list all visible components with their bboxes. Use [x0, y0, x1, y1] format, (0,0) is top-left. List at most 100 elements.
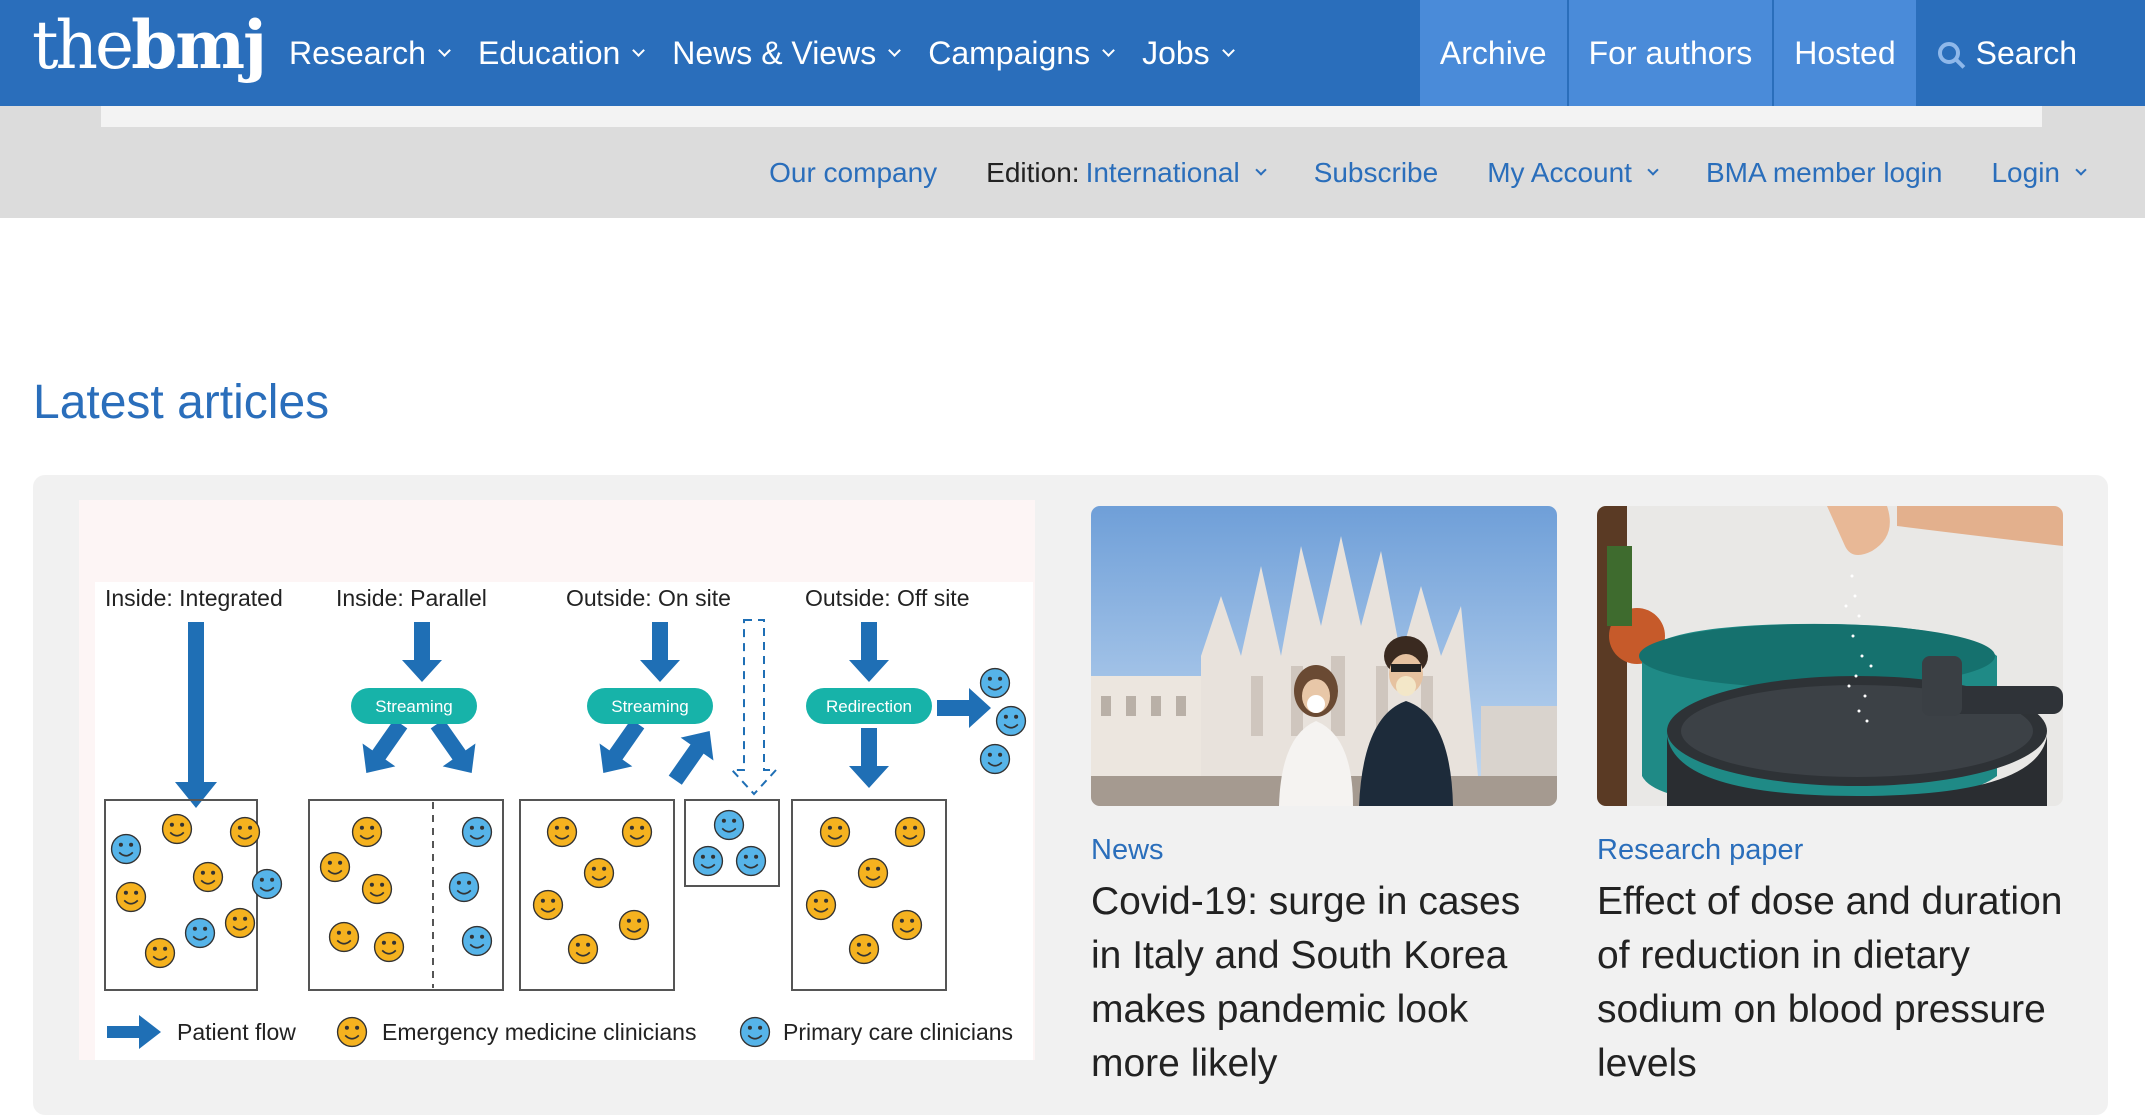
menu-news-views[interactable]: News & Views — [672, 34, 902, 72]
login-menu[interactable]: Login — [1991, 156, 2087, 189]
article-title[interactable]: Effect of dose and duration of reduction… — [1597, 875, 2063, 1091]
subscribe-link[interactable]: Subscribe — [1314, 157, 1439, 189]
emergency-clinician-icon — [115, 881, 147, 913]
main-menu: Research Education News & Views Campaign… — [289, 0, 1262, 106]
login-label: Login — [1991, 156, 2060, 188]
chevron-down-icon — [438, 43, 451, 57]
emergency-clinician-icon — [229, 816, 261, 848]
column-heading: Outside: Off site — [805, 585, 969, 611]
primary-care-clinician-icon — [979, 743, 1011, 775]
bma-member-login-link[interactable]: BMA member login — [1706, 157, 1943, 189]
primary-care-clinician-icon — [251, 868, 283, 900]
feature-diagram: Inside: Integrated Inside: Parallel Outs… — [95, 582, 1033, 1060]
top-navigation-bar: thebmj Research Education News & Views C… — [0, 0, 2145, 106]
article-title[interactable]: Covid-19: surge in cases in Italy and So… — [1091, 875, 1557, 1091]
menu-campaigns-label: Campaigns — [928, 34, 1091, 71]
menu-jobs[interactable]: Jobs — [1142, 34, 1235, 72]
for-authors-link[interactable]: For authors — [1568, 0, 1773, 106]
patient-flow-arrow — [175, 622, 217, 808]
primary-care-clinician-icon — [979, 667, 1011, 699]
primary-care-clinician-icon — [995, 705, 1027, 737]
menu-news-views-label: News & Views — [672, 34, 877, 71]
patient-flow-arrow — [668, 731, 714, 785]
primary-care-clinician-icon — [692, 845, 724, 877]
emergency-clinician-icon — [805, 889, 837, 921]
hosted-link[interactable]: Hosted — [1774, 0, 1916, 106]
primary-care-clinician-icon — [461, 925, 493, 957]
chevron-down-icon — [1255, 164, 1267, 176]
my-account-menu[interactable]: My Account — [1487, 156, 1659, 189]
search-button[interactable]: Search — [1918, 0, 2145, 106]
article-thumbnail[interactable] — [1597, 506, 2063, 806]
redirection-label: Redirection — [826, 697, 912, 716]
column-heading: Inside: Integrated — [105, 585, 283, 611]
secondary-navigation-bar: Our company Edition: International Subsc… — [0, 106, 2145, 218]
emergency-clinician-icon — [319, 851, 351, 883]
emergency-clinician-icon — [621, 816, 653, 848]
patient-flow-arrow — [849, 728, 889, 788]
patient-flow-arrow — [640, 622, 680, 682]
emergency-clinician-icon — [848, 933, 880, 965]
emergency-clinician-icon — [351, 816, 383, 848]
emergency-clinician-icon — [328, 921, 360, 953]
chevron-down-icon — [2075, 164, 2087, 176]
patient-flow-arrow — [402, 622, 442, 682]
bmj-logo[interactable]: thebmj — [32, 10, 267, 81]
chevron-down-icon — [1102, 43, 1115, 57]
primary-care-clinician-icon — [448, 871, 480, 903]
emergency-clinician-icon — [336, 1016, 368, 1048]
primary-care-clinician-icon — [713, 809, 745, 841]
salt-pot-photo — [1597, 506, 2063, 806]
menu-research[interactable]: Research — [289, 34, 451, 72]
edition-selector[interactable]: Edition: International — [986, 156, 1267, 189]
archive-link[interactable]: Archive — [1419, 0, 1567, 106]
article-type: Research paper — [1597, 834, 1804, 866]
bma-login-label: BMA member login — [1705, 156, 1943, 188]
primary-care-clinician-icon — [735, 845, 767, 877]
column-heading: Inside: Parallel — [336, 585, 487, 611]
emergency-clinician-icon — [192, 861, 224, 893]
menu-jobs-label: Jobs — [1142, 34, 1210, 71]
chevron-down-icon — [888, 43, 902, 57]
article-card-sodium[interactable]: Research paper Effect of dose and durati… — [1597, 506, 2063, 1091]
ad-banner-strip — [101, 106, 2042, 127]
streaming-label: Streaming — [375, 697, 452, 716]
emergency-clinician-icon — [532, 889, 564, 921]
logo-bmj: bmj — [131, 6, 267, 84]
emergency-clinician-icon — [373, 931, 405, 963]
menu-education[interactable]: Education — [477, 34, 646, 72]
duomo-photo — [1091, 506, 1557, 806]
patient-flow-arrow — [937, 688, 991, 728]
emergency-clinician-icon — [583, 857, 615, 889]
emergency-clinician-icon — [857, 857, 889, 889]
emergency-clinician-icon — [546, 816, 578, 848]
chevron-down-icon — [632, 43, 646, 57]
emergency-clinician-icon — [161, 813, 193, 845]
article-thumbnail[interactable] — [1091, 506, 1557, 806]
menu-education-label: Education — [477, 34, 621, 71]
patient-flow-arrow — [849, 622, 889, 682]
legend-primary-care: Primary care clinicians — [783, 1019, 1013, 1045]
article-type: News — [1091, 834, 1164, 866]
column-heading: Outside: On site — [566, 585, 731, 611]
search-label: Search — [1975, 34, 2077, 71]
account-links: Our company Edition: International Subsc… — [720, 127, 2145, 218]
primary-care-clinician-icon — [110, 833, 142, 865]
primary-care-clinician-icon — [184, 917, 216, 949]
article-card-covid[interactable]: News Covid-19: surge in cases in Italy a… — [1091, 506, 1557, 1091]
our-company-link[interactable]: Our company — [769, 157, 937, 189]
edition-label: Edition: — [986, 156, 1080, 188]
emergency-clinician-icon — [224, 907, 256, 939]
legend-emergency: Emergency medicine clinicians — [382, 1019, 696, 1045]
legend-arrow-icon — [107, 1015, 161, 1049]
menu-campaigns[interactable]: Campaigns — [928, 34, 1115, 72]
menu-research-label: Research — [289, 34, 426, 71]
offsite-dashed-arrow — [729, 619, 779, 796]
my-account-label: My Account — [1487, 156, 1632, 188]
chevron-down-icon — [1647, 164, 1659, 176]
section-title: Latest articles — [33, 376, 330, 429]
edition-value: International — [1085, 156, 1240, 188]
emergency-clinician-icon — [567, 933, 599, 965]
emergency-clinician-icon — [894, 816, 926, 848]
logo-the: the — [32, 7, 134, 84]
